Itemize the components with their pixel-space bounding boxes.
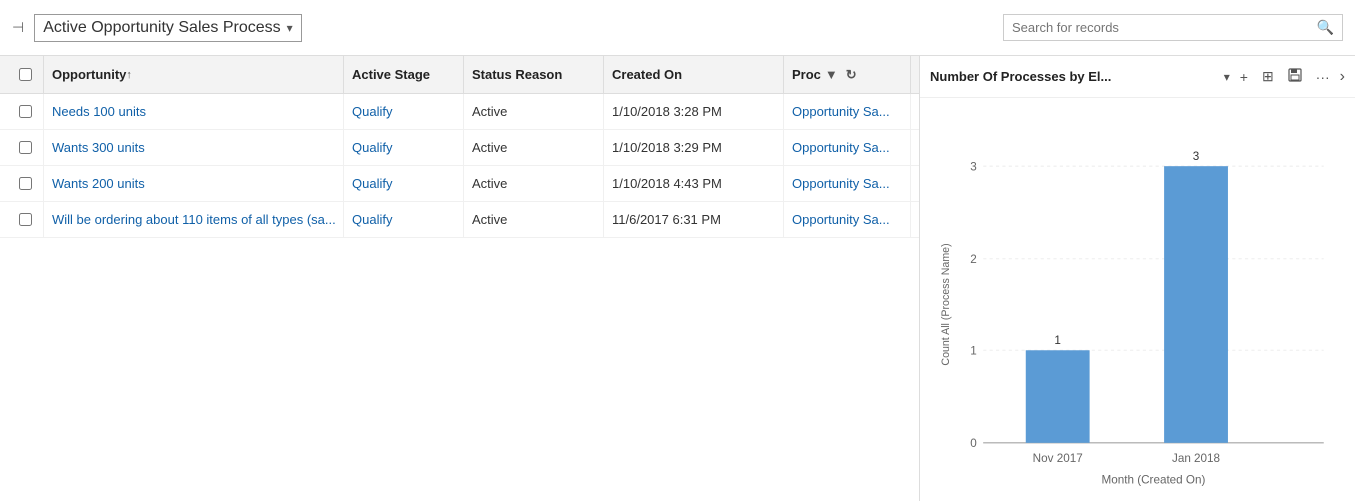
cell-active-stage-1: Qualify bbox=[344, 94, 464, 129]
col-header-process[interactable]: Proc ▼ ↻ bbox=[784, 56, 911, 93]
cell-process-1: Opportunity Sa... bbox=[784, 94, 911, 129]
cell-active-stage-2: Qualify bbox=[344, 130, 464, 165]
link-stage-2[interactable]: Qualify bbox=[352, 140, 392, 155]
grid-panel: Opportunity ↑ Active Stage Status Reason… bbox=[0, 56, 920, 501]
row-checkbox-1[interactable] bbox=[8, 94, 44, 129]
chart-layout-button[interactable]: ⊞ bbox=[1258, 66, 1278, 87]
bar-jan-2018[interactable] bbox=[1164, 166, 1228, 443]
chart-toolbar: + ⊞ ··· bbox=[1236, 66, 1334, 87]
x-tick-jan-2018: Jan 2018 bbox=[1172, 452, 1220, 465]
pin-icon: ⊣ bbox=[12, 19, 24, 36]
link-process-2[interactable]: Opportunity Sa... bbox=[792, 140, 890, 155]
cell-status-reason-1: Active bbox=[464, 94, 604, 129]
cell-opportunity-2: Wants 300 units bbox=[44, 130, 344, 165]
cell-opportunity-3: Wants 200 units bbox=[44, 166, 344, 201]
page-title: Active Opportunity Sales Process bbox=[43, 19, 280, 37]
filter-icon[interactable]: ▼ bbox=[825, 67, 838, 82]
select-all-checkbox[interactable] bbox=[8, 56, 44, 93]
link-opportunity-2[interactable]: Wants 300 units bbox=[52, 140, 145, 155]
col-header-active-stage[interactable]: Active Stage bbox=[344, 56, 464, 93]
chart-svg-container: Count All (Process Name) 0 1 2 3 bbox=[930, 108, 1345, 501]
title-dropdown[interactable]: Active Opportunity Sales Process ▾ bbox=[34, 14, 301, 42]
row-checkbox-4[interactable] bbox=[8, 202, 44, 237]
chart-body: Count All (Process Name) 0 1 2 3 bbox=[920, 98, 1355, 501]
row-checkbox-3[interactable] bbox=[8, 166, 44, 201]
checkbox-row-3[interactable] bbox=[19, 177, 32, 190]
checkbox-row-1[interactable] bbox=[19, 105, 32, 118]
col-header-created-on[interactable]: Created On bbox=[604, 56, 784, 93]
checkbox-all[interactable] bbox=[19, 68, 32, 81]
chart-title: Number Of Processes by El... bbox=[930, 69, 1218, 84]
search-bar: 🔍 bbox=[1003, 14, 1343, 41]
cell-opportunity-4: Will be ordering about 110 items of all … bbox=[44, 202, 344, 237]
col-process-label: Proc bbox=[792, 67, 821, 82]
link-process-1[interactable]: Opportunity Sa... bbox=[792, 104, 890, 119]
col-status-reason-label: Status Reason bbox=[472, 67, 562, 82]
chart-panel: Number Of Processes by El... ▾ + ⊞ ··· › bbox=[920, 56, 1355, 501]
table-row: Wants 300 units Qualify Active 1/10/2018… bbox=[0, 130, 919, 166]
main-content: Opportunity ↑ Active Stage Status Reason… bbox=[0, 56, 1355, 501]
cell-created-on-4: 11/6/2017 6:31 PM bbox=[604, 202, 784, 237]
y-tick-3: 3 bbox=[970, 160, 977, 173]
link-process-4[interactable]: Opportunity Sa... bbox=[792, 212, 890, 227]
table-row: Needs 100 units Qualify Active 1/10/2018… bbox=[0, 94, 919, 130]
chart-add-button[interactable]: + bbox=[1236, 67, 1252, 87]
table-row: Wants 200 units Qualify Active 1/10/2018… bbox=[0, 166, 919, 202]
col-opportunity-label: Opportunity bbox=[52, 67, 126, 82]
chart-dropdown-arrow[interactable]: ▾ bbox=[1224, 70, 1230, 84]
cell-opportunity-1: Needs 100 units bbox=[44, 94, 344, 129]
link-opportunity-3[interactable]: Wants 200 units bbox=[52, 176, 145, 191]
bar-nov-2017[interactable] bbox=[1026, 350, 1090, 443]
cell-active-stage-3: Qualify bbox=[344, 166, 464, 201]
y-tick-1: 1 bbox=[970, 345, 977, 358]
refresh-icon[interactable]: ↻ bbox=[846, 67, 857, 83]
cell-created-on-1: 1/10/2018 3:28 PM bbox=[604, 94, 784, 129]
cell-status-reason-4: Active bbox=[464, 202, 604, 237]
header-bar: ⊣ Active Opportunity Sales Process ▾ 🔍 bbox=[0, 0, 1355, 56]
grid-body: Needs 100 units Qualify Active 1/10/2018… bbox=[0, 94, 919, 501]
chart-header: Number Of Processes by El... ▾ + ⊞ ··· › bbox=[920, 56, 1355, 98]
bar-label-nov-2017: 1 bbox=[1054, 334, 1061, 347]
cell-status-reason-3: Active bbox=[464, 166, 604, 201]
cell-process-3: Opportunity Sa... bbox=[784, 166, 911, 201]
y-tick-0: 0 bbox=[970, 437, 977, 450]
row-checkbox-2[interactable] bbox=[8, 130, 44, 165]
x-axis-label: Month (Created On) bbox=[1101, 473, 1205, 486]
chart-more-button[interactable]: ··· bbox=[1312, 67, 1334, 87]
sort-icon-opportunity: ↑ bbox=[126, 69, 132, 81]
checkbox-row-2[interactable] bbox=[19, 141, 32, 154]
x-tick-nov-2017: Nov 2017 bbox=[1033, 452, 1083, 465]
link-opportunity-4[interactable]: Will be ordering about 110 items of all … bbox=[52, 212, 336, 227]
y-axis-label: Count All (Process Name) bbox=[940, 243, 952, 365]
col-active-stage-label: Active Stage bbox=[352, 67, 430, 82]
chart-expand-button[interactable]: › bbox=[1340, 68, 1345, 86]
col-header-opportunity[interactable]: Opportunity ↑ bbox=[44, 56, 344, 93]
grid-header: Opportunity ↑ Active Stage Status Reason… bbox=[0, 56, 919, 94]
col-header-status-reason[interactable]: Status Reason bbox=[464, 56, 604, 93]
y-tick-2: 2 bbox=[970, 253, 977, 266]
link-process-3[interactable]: Opportunity Sa... bbox=[792, 176, 890, 191]
cell-process-2: Opportunity Sa... bbox=[784, 130, 911, 165]
bar-chart: Count All (Process Name) 0 1 2 3 bbox=[930, 108, 1345, 501]
col-created-on-label: Created On bbox=[612, 67, 682, 82]
title-dropdown-arrow: ▾ bbox=[287, 21, 293, 35]
checkbox-row-4[interactable] bbox=[19, 213, 32, 226]
search-input[interactable] bbox=[1012, 20, 1313, 35]
table-row: Will be ordering about 110 items of all … bbox=[0, 202, 919, 238]
cell-status-reason-2: Active bbox=[464, 130, 604, 165]
link-stage-4[interactable]: Qualify bbox=[352, 212, 392, 227]
link-opportunity-1[interactable]: Needs 100 units bbox=[52, 104, 146, 119]
cell-created-on-2: 1/10/2018 3:29 PM bbox=[604, 130, 784, 165]
link-stage-3[interactable]: Qualify bbox=[352, 176, 392, 191]
cell-created-on-3: 1/10/2018 4:43 PM bbox=[604, 166, 784, 201]
cell-active-stage-4: Qualify bbox=[344, 202, 464, 237]
bar-label-jan-2018: 3 bbox=[1193, 150, 1200, 163]
chart-save-button[interactable] bbox=[1284, 66, 1306, 87]
link-stage-1[interactable]: Qualify bbox=[352, 104, 392, 119]
cell-process-4: Opportunity Sa... bbox=[784, 202, 911, 237]
search-icon[interactable]: 🔍 bbox=[1317, 19, 1334, 36]
